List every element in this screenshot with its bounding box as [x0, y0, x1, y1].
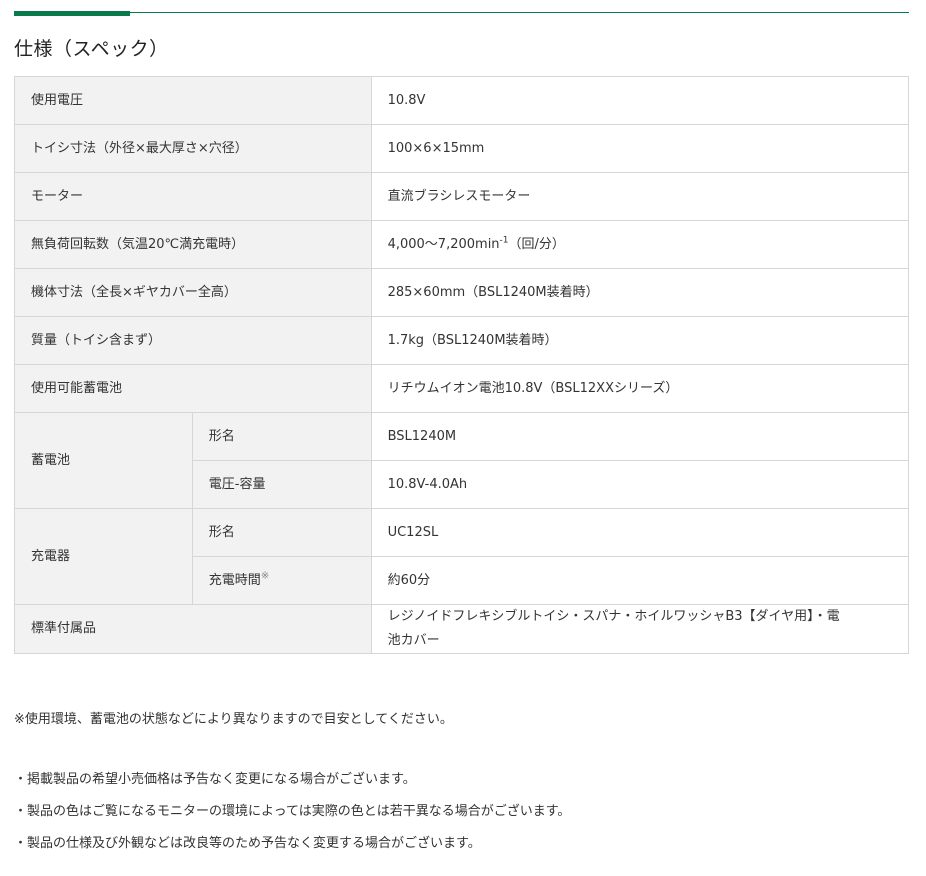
spec-value: 4,000〜7,200min-1（回/分）: [370, 220, 910, 269]
spec-sublabel: 形名: [191, 508, 372, 557]
spec-value: 約60分: [370, 556, 910, 605]
spec-value: 10.8V: [370, 76, 910, 125]
disclaimer-item: ・製品の色はご覧になるモニターの環境によっては実際の色とは若干異なる場合がござい…: [14, 804, 571, 819]
disclaimer-item: ・掲載製品の希望小売価格は予告なく変更になる場合がございます。: [14, 772, 416, 787]
spec-label: トイシ寸法（外径×最大厚さ×穴径）: [14, 124, 372, 173]
rpm-value: 4,000〜7,200min: [387, 236, 500, 252]
spec-label: モーター: [14, 172, 372, 221]
rpm-unit: （回/分）: [508, 236, 565, 252]
footnote: ※使用環境、蓄電池の状態などにより異なりますので目安としてください。: [14, 712, 453, 727]
spec-value: UC12SL: [370, 508, 910, 557]
table-row: 機体寸法（全長×ギヤカバー全高） 285×60mm（BSL1240M装着時）: [14, 268, 910, 317]
spec-sublabel: 充電時間※: [191, 556, 372, 605]
accessories-line-2: 池カバー: [387, 633, 440, 648]
section-divider: [14, 12, 909, 13]
section-divider-accent: [14, 11, 130, 16]
table-row: 充電器 形名 UC12SL: [14, 508, 910, 605]
page-title: 仕様（スペック）: [14, 38, 169, 60]
spec-label: 質量（トイシ含まず）: [14, 316, 372, 365]
table-row: 無負荷回転数（気温20℃満充電時） 4,000〜7,200min-1（回/分）: [14, 220, 910, 269]
spec-label: 使用電圧: [14, 76, 372, 125]
spec-label: 使用可能蓄電池: [14, 364, 372, 413]
footnote-mark: ※: [260, 570, 270, 582]
spec-value: 100×6×15mm: [370, 124, 910, 173]
accessories-line-1: レジノイドフレキシブルトイシ・スパナ・ホイルワッシャB3【ダイヤ用】・電: [387, 609, 840, 624]
spec-table: 使用電圧 10.8V トイシ寸法（外径×最大厚さ×穴径） 100×6×15mm …: [14, 76, 910, 654]
spec-sublabel: 形名: [191, 412, 372, 461]
spec-label: 標準付属品: [14, 604, 372, 654]
table-row: 使用電圧 10.8V: [14, 76, 910, 125]
table-row: 蓄電池 形名 BSL1240M: [14, 412, 910, 509]
spec-value: レジノイドフレキシブルトイシ・スパナ・ホイルワッシャB3【ダイヤ用】・電 池カバー: [370, 604, 910, 654]
spec-value: 1.7kg（BSL1240M装着時）: [370, 316, 910, 365]
spec-value: BSL1240M: [370, 412, 910, 461]
table-row: 標準付属品 レジノイドフレキシブルトイシ・スパナ・ホイルワッシャB3【ダイヤ用】…: [14, 604, 910, 654]
table-row: 質量（トイシ含まず） 1.7kg（BSL1240M装着時）: [14, 316, 910, 365]
spec-value: 直流ブラシレスモーター: [370, 172, 910, 221]
spec-label: 機体寸法（全長×ギヤカバー全高）: [14, 268, 372, 317]
spec-label: 無負荷回転数（気温20℃満充電時）: [14, 220, 372, 269]
spec-sublabel: 電圧-容量: [191, 460, 372, 509]
spec-value: リチウムイオン電池10.8V（BSL12XXシリーズ）: [370, 364, 910, 413]
rpm-exponent: -1: [499, 235, 509, 246]
charge-time-label: 充電時間: [208, 572, 261, 588]
spec-group-label: 充電器: [14, 508, 193, 605]
disclaimer-item: ・製品の仕様及び外観などは改良等のため予告なく変更する場合がございます。: [14, 836, 481, 851]
table-row: 使用可能蓄電池 リチウムイオン電池10.8V（BSL12XXシリーズ）: [14, 364, 910, 413]
spec-value: 10.8V-4.0Ah: [370, 460, 910, 509]
table-row: トイシ寸法（外径×最大厚さ×穴径） 100×6×15mm: [14, 124, 910, 173]
spec-group-label: 蓄電池: [14, 412, 193, 509]
spec-value: 285×60mm（BSL1240M装着時）: [370, 268, 910, 317]
table-row: モーター 直流ブラシレスモーター: [14, 172, 910, 221]
